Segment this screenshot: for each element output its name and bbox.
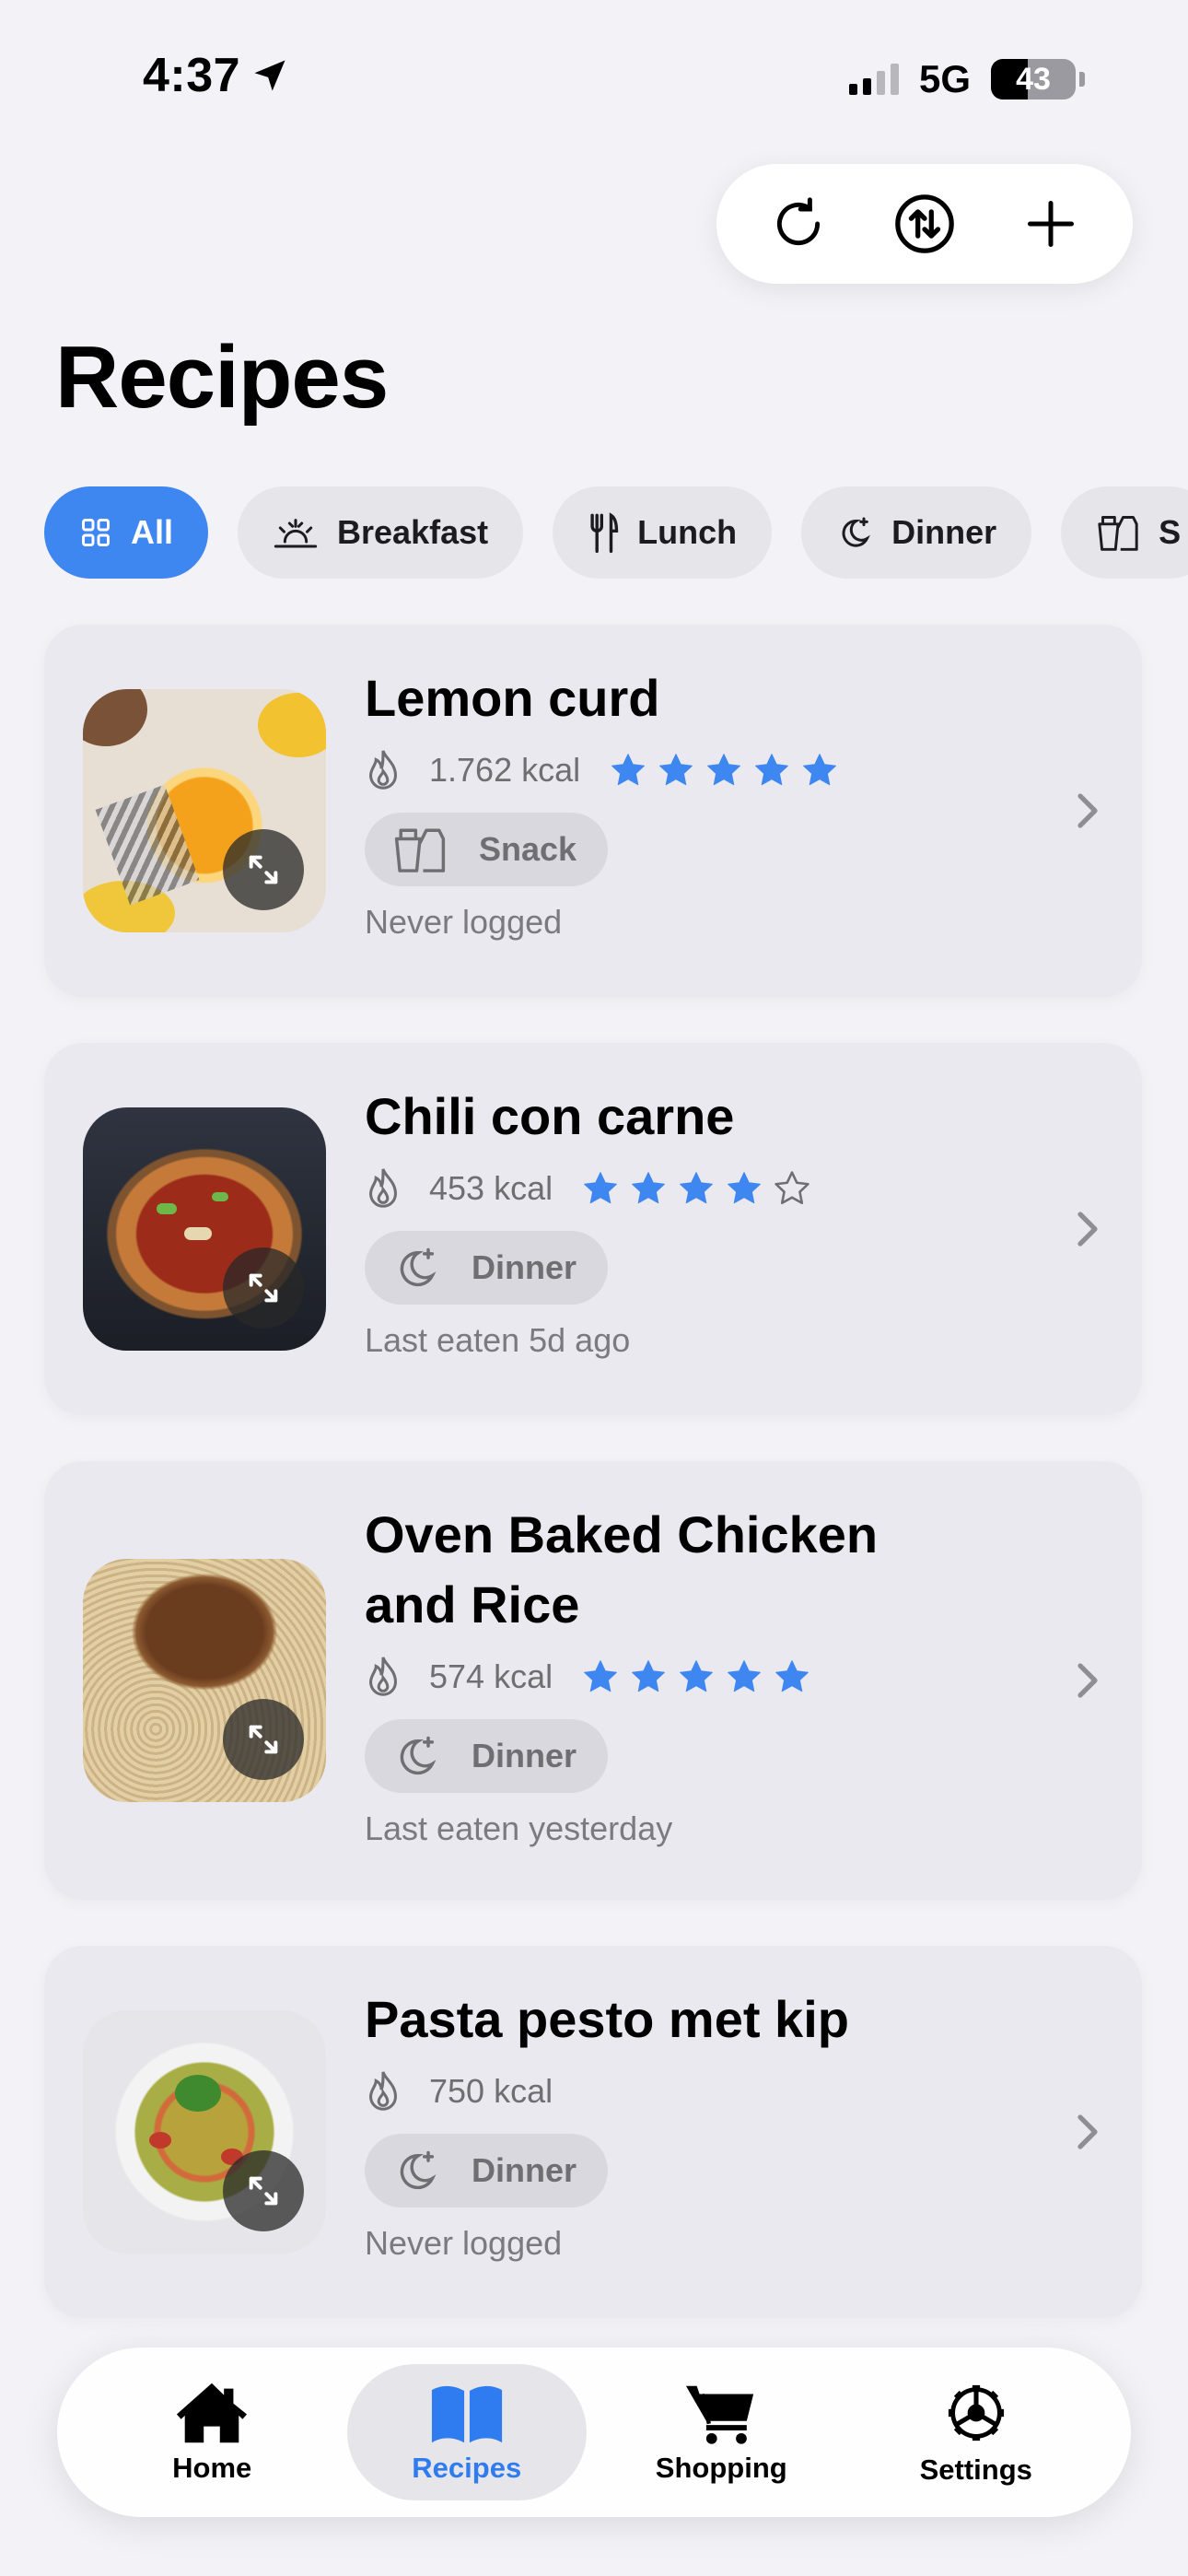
grid-icon: [82, 519, 110, 546]
expand-icon: [249, 855, 278, 884]
recipe-image: [83, 689, 326, 932]
chevron-right-icon: [1077, 1663, 1098, 1698]
tab-recipes[interactable]: Recipes: [346, 2364, 587, 2500]
refresh-icon: [776, 197, 820, 246]
chip-snack[interactable]: S: [1061, 486, 1188, 579]
expand-image-button[interactable]: [223, 2150, 304, 2231]
last-eaten: Never logged: [365, 903, 563, 941]
last-eaten: Last eaten 5d ago: [365, 1321, 631, 1359]
category-badge: Snack: [365, 813, 609, 886]
moon-stars-icon: [400, 1736, 437, 1775]
battery-level: 43: [1016, 61, 1051, 97]
expand-image-button[interactable]: [223, 1247, 304, 1329]
rating-stars: [580, 1168, 812, 1209]
fork-knife-icon: [590, 512, 619, 554]
recipe-card[interactable]: Chili con carne 453 kcal Dinner Last eat…: [44, 1043, 1142, 1415]
tab-home[interactable]: Home: [92, 2364, 332, 2500]
page-title: Recipes: [55, 328, 389, 427]
chip-dinner[interactable]: Dinner: [801, 486, 1032, 579]
star-empty-icon: [775, 1171, 809, 1205]
flame-icon: [368, 2071, 398, 2111]
flame-icon: [368, 1657, 398, 1696]
status-bar: 4:37 5G 43: [0, 0, 1188, 157]
last-eaten: Never logged: [365, 2224, 563, 2262]
book-icon: [431, 2385, 502, 2443]
rating-stars: [608, 750, 840, 790]
category-badge: Dinner: [365, 1231, 609, 1305]
recipe-title: Oven Baked Chicken and Rice: [365, 1505, 879, 1633]
star-filled-icon: [659, 754, 693, 786]
top-toolbar: [716, 164, 1133, 284]
star-filled-icon: [728, 1172, 761, 1204]
expand-image-button[interactable]: [223, 829, 304, 910]
chevron-right-icon: [1077, 2114, 1098, 2149]
star-filled-icon: [584, 1660, 617, 1692]
category-badge: Dinner: [365, 2134, 609, 2207]
star-filled-icon: [632, 1660, 665, 1692]
recipe-card[interactable]: Pasta pesto met kip 750 kcal Dinner Neve…: [44, 1946, 1142, 2318]
recipe-card[interactable]: Lemon curd 1.762 kcal Snack Never logged: [44, 625, 1142, 997]
star-filled-icon: [611, 754, 645, 786]
tab-shopping[interactable]: Shopping: [601, 2364, 841, 2500]
flame-icon: [368, 1168, 398, 1208]
chip-breakfast[interactable]: Breakfast: [238, 486, 524, 579]
sort-button[interactable]: [883, 182, 966, 265]
status-indicators: 5G 43: [848, 57, 1085, 101]
snack-icon: [1098, 516, 1138, 551]
moon-stars-icon: [842, 517, 871, 547]
status-time: 4:37: [143, 48, 290, 103]
house-icon: [177, 2383, 248, 2443]
last-eaten: Last eaten yesterday: [365, 1809, 673, 1847]
recipe-kcal: 574 kcal: [429, 1657, 553, 1695]
recipe-image: [83, 1559, 326, 1802]
battery-icon: 43: [991, 59, 1076, 100]
expand-image-button[interactable]: [223, 1699, 304, 1780]
moon-stars-icon: [400, 2150, 437, 2190]
star-filled-icon: [632, 1172, 665, 1204]
chip-lunch[interactable]: Lunch: [553, 486, 773, 579]
recipe-kcal: 453 kcal: [429, 1169, 553, 1207]
snack-icon: [394, 828, 446, 872]
chip-all[interactable]: All: [44, 486, 209, 579]
recipe-image: [83, 2010, 326, 2254]
plus-icon: [1028, 201, 1075, 247]
star-filled-icon: [803, 754, 836, 786]
chevron-right-icon: [1077, 1212, 1098, 1247]
chevron-right-icon: [1077, 793, 1098, 828]
star-filled-icon: [584, 1172, 617, 1204]
add-recipe-button[interactable]: [1009, 182, 1092, 265]
expand-icon: [249, 1273, 278, 1303]
network-label: 5G: [918, 57, 971, 100]
recipe-title: Chili con carne: [365, 1087, 735, 1145]
cellular-signal-icon: [848, 64, 899, 95]
recipe-card[interactable]: Oven Baked Chicken and Rice 574 kcal Din…: [44, 1461, 1142, 1900]
star-filled-icon: [728, 1660, 761, 1692]
flame-icon: [368, 750, 398, 790]
recipe-kcal: 750 kcal: [429, 2072, 553, 2110]
category-filter: All Breakfast Lunch Dinner S: [44, 486, 1188, 579]
recipe-title: Pasta pesto met kip: [365, 1990, 849, 2048]
refresh-button[interactable]: [757, 182, 840, 265]
expand-icon: [249, 2176, 278, 2206]
recipe-title: Lemon curd: [365, 669, 660, 727]
star-filled-icon: [707, 754, 740, 786]
tab-settings[interactable]: Settings: [856, 2364, 1096, 2500]
star-filled-icon: [680, 1172, 713, 1204]
moon-stars-icon: [400, 1247, 437, 1287]
star-filled-icon: [755, 754, 788, 786]
expand-icon: [249, 1725, 278, 1754]
gear-icon: [948, 2384, 1004, 2441]
category-badge: Dinner: [365, 1719, 609, 1793]
tab-bar: Home Recipes Shopping Settings: [57, 2348, 1131, 2517]
recipe-kcal: 1.762 kcal: [429, 751, 581, 789]
rating-stars: [580, 1657, 812, 1697]
star-filled-icon: [680, 1660, 713, 1692]
star-filled-icon: [775, 1660, 809, 1692]
cart-icon: [686, 2385, 754, 2444]
recipe-image: [83, 1107, 326, 1351]
sort-icon: [895, 194, 954, 253]
sunrise-icon: [274, 519, 318, 548]
location-arrow-icon: [254, 60, 285, 91]
